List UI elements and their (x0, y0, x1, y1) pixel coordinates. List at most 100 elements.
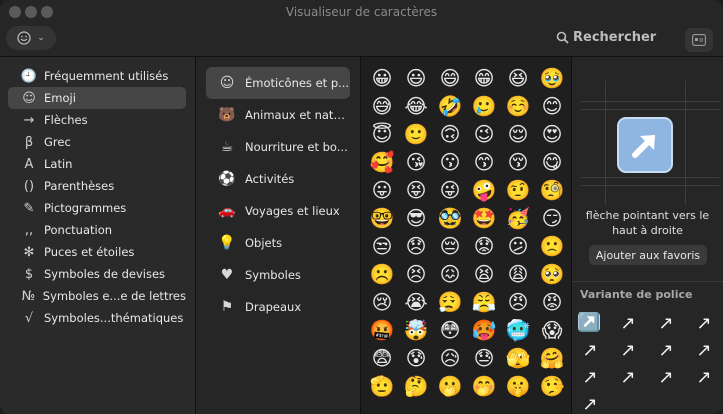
emoji-cell[interactable]: 😡 (535, 288, 569, 316)
emoji-cell[interactable]: 🤨 (501, 176, 535, 204)
emoji-cell[interactable]: 🥺 (535, 260, 569, 288)
emoji-cell[interactable]: 😚 (501, 148, 535, 176)
sidebar-item[interactable]: √ Symboles...thématiques (8, 307, 186, 329)
emoji-cell[interactable]: 😏 (535, 204, 569, 232)
emoji-cell[interactable]: 🥵 (467, 316, 501, 344)
add-to-favorites-button[interactable]: Ajouter aux favoris (589, 245, 707, 265)
emoji-cell[interactable]: ☺️ (501, 92, 535, 120)
emoji-cell[interactable]: 😞 (399, 232, 433, 260)
emoji-cell[interactable]: 🤯 (399, 316, 433, 344)
emoji-cell[interactable]: 😂 (399, 92, 433, 120)
emoji-cell[interactable]: 😄 (433, 64, 467, 92)
emoji-cell[interactable]: 😅 (365, 92, 399, 120)
category-item[interactable]: 🚗 Voyages et lieux (206, 195, 350, 227)
emoji-cell[interactable]: 😕 (501, 232, 535, 260)
sidebar-item[interactable]: A Latin (8, 153, 186, 175)
font-variant-cell[interactable]: ↗ (654, 339, 678, 361)
character-info-button[interactable] (685, 28, 713, 52)
emoji-cell[interactable]: 😊 (535, 92, 569, 120)
emoji-cell[interactable]: 😘 (399, 148, 433, 176)
emoji-cell[interactable]: 🙃 (433, 120, 467, 148)
emoji-cell[interactable]: 😓 (467, 344, 501, 372)
category-item[interactable]: ☕ Nourriture et bo... (206, 131, 350, 163)
emoji-cell[interactable]: 😍 (535, 120, 569, 148)
emoji-cell[interactable]: 😙 (467, 148, 501, 176)
sidebar-item[interactable]: ✎ Pictogrammes (8, 197, 186, 219)
emoji-cell[interactable]: 😱 (535, 316, 569, 344)
sidebar-item[interactable]: () Parenthèses (8, 175, 186, 197)
emoji-cell[interactable]: 😒 (365, 232, 399, 260)
emoji-cell[interactable]: 😣 (399, 260, 433, 288)
emoji-cell[interactable]: 🤓 (365, 204, 399, 232)
emoji-cell[interactable]: 🤬 (365, 316, 399, 344)
sidebar-item[interactable]: → Flèches (8, 109, 186, 131)
emoji-cell[interactable]: 🤥 (535, 372, 569, 400)
search-field[interactable]: Rechercher (556, 30, 656, 45)
font-variant-cell[interactable]: ↗ (578, 366, 602, 388)
emoji-cell[interactable]: 😎 (399, 204, 433, 232)
font-variant-cell[interactable]: ↗ (578, 393, 602, 414)
emoji-cell[interactable]: 🥰 (365, 148, 399, 176)
font-variant-cell[interactable]: ↗️ (578, 312, 600, 333)
emoji-cell[interactable]: 😁 (467, 64, 501, 92)
sidebar-item[interactable]: № Symboles e...e de lettres (8, 285, 186, 307)
emoji-cell[interactable]: 🧐 (535, 176, 569, 204)
emoji-cell[interactable]: 😝 (399, 176, 433, 204)
actions-menu-button[interactable]: ⌄ (6, 26, 56, 50)
sidebar-item[interactable]: β Grec (8, 131, 186, 153)
font-variant-cell[interactable]: ↗ (578, 339, 602, 361)
emoji-cell[interactable]: 🙁 (535, 232, 569, 260)
sidebar-item[interactable]: ☺ Emoji (8, 87, 186, 109)
emoji-cell[interactable]: 🥸 (433, 204, 467, 232)
emoji-cell[interactable]: 🤩 (467, 204, 501, 232)
font-variant-cell[interactable]: ↗ (654, 312, 678, 334)
emoji-cell[interactable]: ☹️ (365, 260, 399, 288)
emoji-cell[interactable]: 😠 (501, 288, 535, 316)
emoji-cell[interactable]: 😜 (433, 176, 467, 204)
font-variant-cell[interactable]: ↗ (654, 366, 678, 388)
emoji-cell[interactable]: 😩 (501, 260, 535, 288)
emoji-cell[interactable]: 😥 (433, 344, 467, 372)
emoji-cell[interactable]: 😗 (433, 148, 467, 176)
font-variant-cell[interactable]: ↗ (692, 312, 716, 334)
category-item[interactable]: ♥ Symboles (206, 259, 350, 291)
emoji-cell[interactable]: 😇 (365, 120, 399, 148)
emoji-cell[interactable]: 😰 (399, 344, 433, 372)
emoji-cell[interactable]: 😉 (467, 120, 501, 148)
emoji-cell[interactable]: 🫣 (501, 344, 535, 372)
emoji-cell[interactable]: 😤 (467, 288, 501, 316)
emoji-cell[interactable]: 😃 (399, 64, 433, 92)
sidebar-item[interactable]: $ Symboles de devises (8, 263, 186, 285)
emoji-cell[interactable]: 🤣 (433, 92, 467, 120)
font-variant-cell[interactable]: ↗ (616, 339, 640, 361)
font-variant-cell[interactable]: ↗ (692, 339, 716, 361)
emoji-cell[interactable]: 🤗 (535, 344, 569, 372)
emoji-cell[interactable]: 😖 (433, 260, 467, 288)
emoji-cell[interactable]: 😆 (501, 64, 535, 92)
category-item[interactable]: ⚑ Drapeaux (206, 291, 350, 323)
emoji-cell[interactable]: 😟 (467, 232, 501, 260)
emoji-cell[interactable]: 🤔 (399, 372, 433, 400)
font-variant-cell[interactable]: ↗ (616, 366, 640, 388)
font-variant-cell[interactable]: ↗ (616, 312, 640, 334)
sidebar-item[interactable]: 🕘 Fréquemment utilisés (8, 65, 186, 87)
category-item[interactable]: 🐻 Animaux et natu... (206, 99, 350, 131)
emoji-cell[interactable]: 🙂 (399, 120, 433, 148)
emoji-cell[interactable]: 😮‍💨 (433, 288, 467, 316)
emoji-cell[interactable]: 😌 (501, 120, 535, 148)
font-variant-cell[interactable]: ↗ (692, 366, 716, 388)
emoji-cell[interactable]: 🥶 (501, 316, 535, 344)
emoji-cell[interactable]: 😋 (535, 148, 569, 176)
emoji-cell[interactable]: 😔 (433, 232, 467, 260)
sidebar-item[interactable]: ,, Ponctuation (8, 219, 186, 241)
emoji-cell[interactable]: 😭 (399, 288, 433, 316)
emoji-cell[interactable]: 🥳 (501, 204, 535, 232)
category-item[interactable]: ⚽ Activités (206, 163, 350, 195)
emoji-cell[interactable]: 😳 (433, 316, 467, 344)
emoji-cell[interactable]: 🥲 (467, 92, 501, 120)
category-item[interactable]: ☺ Émoticônes et p... (206, 67, 350, 99)
emoji-cell[interactable]: 🤭 (467, 372, 501, 400)
emoji-cell[interactable]: 🤪 (467, 176, 501, 204)
emoji-cell[interactable]: 🤫 (501, 372, 535, 400)
emoji-cell[interactable]: 😨 (365, 344, 399, 372)
